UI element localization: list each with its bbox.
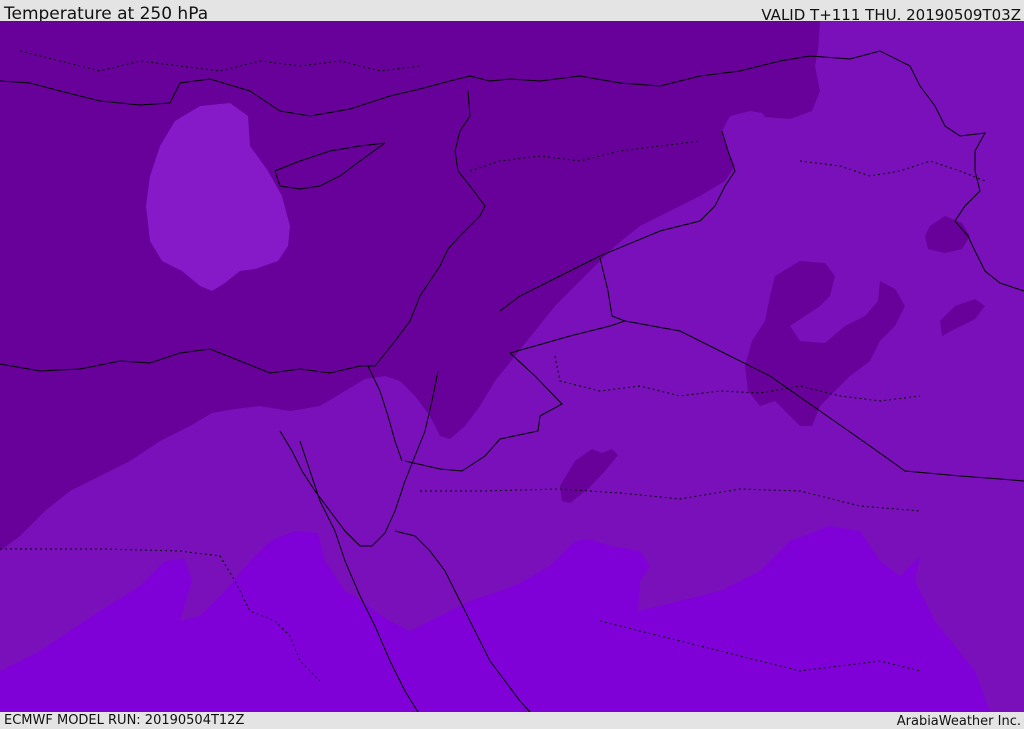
temperature-map (0, 21, 1024, 712)
credit: ArabiaWeather Inc. (896, 714, 1021, 729)
weather-map-frame: Temperature at 250 hPa VALID T+111 THU. … (0, 0, 1024, 729)
model-run: ECMWF MODEL RUN: 20190504T12Z (4, 713, 245, 728)
header-bar: Temperature at 250 hPa VALID T+111 THU. … (0, 0, 1024, 24)
footer-bar: ECMWF MODEL RUN: 20190504T12Z ArabiaWeat… (0, 712, 1024, 729)
